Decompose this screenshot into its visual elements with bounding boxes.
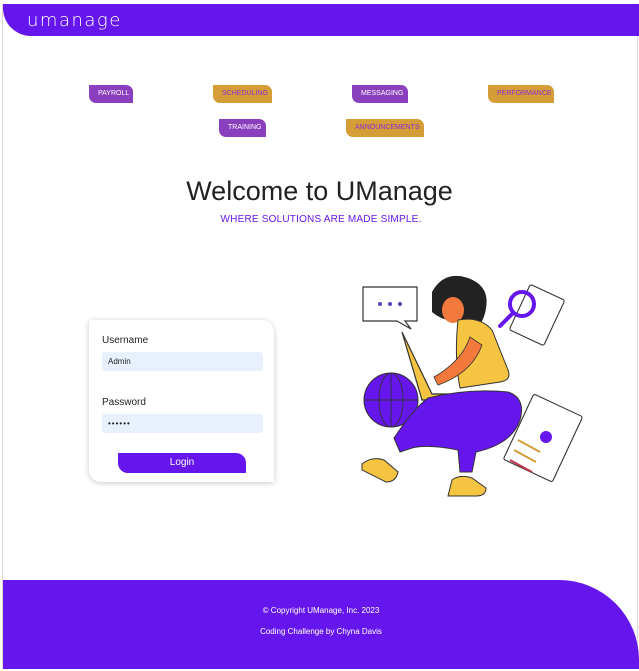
password-field[interactable] xyxy=(102,414,263,433)
login-button[interactable]: Login xyxy=(118,453,246,473)
tag-messaging[interactable]: MESSAGING xyxy=(352,85,408,103)
tag-scheduling[interactable]: SCHEDULING xyxy=(213,85,272,103)
password-label: Password xyxy=(102,397,146,408)
tag-announcements[interactable]: ANNOUNCEMENTS xyxy=(346,119,424,137)
page-footer: © Copyright UManage, Inc. 2023 Coding Ch… xyxy=(3,580,639,669)
person-with-laptop-illustration xyxy=(361,275,583,497)
page-title: Welcome to UManage xyxy=(186,176,453,206)
speech-bubble-icon xyxy=(362,286,418,330)
tag-performance[interactable]: PERFORMANCE xyxy=(488,85,554,103)
credit-text: Coding Challenge by Chyna Davis xyxy=(260,627,382,636)
tag-training[interactable]: TRAINING xyxy=(219,119,266,137)
username-field[interactable] xyxy=(102,352,263,371)
top-header: umanage xyxy=(3,4,639,36)
login-card: Username Password Login xyxy=(89,320,274,482)
umanage-logo[interactable]: umanage xyxy=(27,10,122,31)
page-subtitle: WHERE SOLUTIONS ARE MADE SIMPLE. xyxy=(220,214,422,225)
copyright-text: © Copyright UManage, Inc. 2023 xyxy=(262,606,380,615)
username-label: Username xyxy=(102,335,149,346)
tag-payroll[interactable]: PAYROLL xyxy=(89,85,133,103)
